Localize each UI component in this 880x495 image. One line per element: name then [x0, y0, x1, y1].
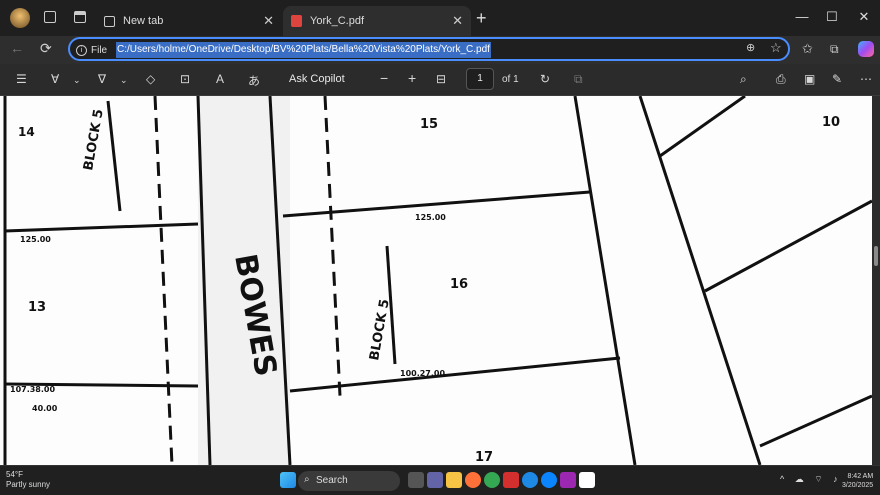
pdf-toolbar: ☰ ∀ ⌄ ∇ ⌄ ◇ ⊡ A あ Ask Copilot − + ⊟ 1 of…	[0, 64, 880, 96]
fit-page-icon[interactable]: ⊟	[436, 72, 446, 86]
favorites-icon[interactable]: ✩	[802, 41, 813, 57]
tab-actions-icon[interactable]	[74, 11, 86, 23]
dimension-label: 40.00	[32, 404, 58, 413]
close-tab-icon[interactable]: ✕	[452, 13, 463, 29]
tab-title: York_C.pdf	[310, 15, 365, 27]
tab-new-tab[interactable]: New tab ✕	[96, 6, 282, 36]
rotate-icon[interactable]: ↻	[540, 72, 550, 86]
refresh-icon[interactable]: ⟳	[40, 40, 52, 57]
pdf-viewer[interactable]: BOWES BLOCK 5 BLOCK 5 14 15 16 13 17 10 …	[0, 96, 872, 465]
tab-title: New tab	[123, 15, 164, 27]
new-tab-button[interactable]: +	[476, 8, 487, 29]
lot-number: 14	[18, 125, 35, 139]
zoom-icon[interactable]: ⊕	[746, 41, 755, 54]
back-arrow-icon[interactable]: ←	[10, 40, 24, 56]
lot-number: 16	[450, 277, 468, 292]
close-window-button[interactable]: ✕	[852, 6, 876, 28]
store-icon[interactable]	[579, 472, 595, 488]
taskbar-search-input[interactable]: Search	[298, 471, 400, 491]
url-text[interactable]: C:/Users/holme/OneDrive/Desktop/BV%20Pla…	[116, 42, 491, 58]
lot-number: 10	[822, 115, 840, 130]
lot-number: 15	[420, 117, 438, 132]
lot-number: 17	[475, 450, 493, 465]
extensions-icon[interactable]: ⧉	[830, 42, 839, 57]
pdf-file-icon	[291, 15, 302, 27]
chevron-down-icon[interactable]: ⌄	[120, 75, 128, 86]
site-info-chip[interactable]: i File	[76, 42, 107, 58]
maximize-button[interactable]: ☐	[820, 6, 844, 28]
more-options-icon[interactable]: ⋯	[860, 72, 872, 86]
teams-icon[interactable]	[427, 472, 443, 488]
page-number-input[interactable]: 1	[466, 68, 494, 90]
profile-avatar[interactable]	[10, 8, 30, 28]
start-windows-icon[interactable]	[280, 472, 296, 488]
tab-strip: New tab ✕ York_C.pdf ✕ + — ☐ ✕	[0, 0, 880, 36]
weather-widget[interactable]: 54°F Partly sunny	[6, 470, 50, 490]
page-count: of 1	[502, 74, 519, 85]
page-view-icon[interactable]: ⧉	[574, 72, 583, 87]
firefox-icon[interactable]	[465, 472, 481, 488]
dimension-label: 125.00	[415, 213, 446, 222]
weather-temp: 54°F	[6, 470, 23, 479]
zoom-in-button[interactable]: +	[408, 70, 416, 86]
clock-date: 3/20/2025	[842, 482, 874, 489]
translate-icon[interactable]: あ	[248, 72, 260, 89]
ask-copilot-button[interactable]: Ask Copilot	[289, 73, 345, 85]
app-icon[interactable]	[503, 472, 519, 488]
save-as-icon[interactable]: ✎	[832, 72, 842, 86]
new-tab-page-icon	[104, 15, 115, 27]
text-box-icon[interactable]: ⊡	[180, 72, 190, 86]
scroll-thumb[interactable]	[874, 246, 878, 266]
weather-desc: Partly sunny	[6, 480, 51, 489]
task-view-icon[interactable]	[408, 472, 424, 488]
system-tray-icons[interactable]: ^ ☁ ⌔ ♪	[780, 474, 842, 485]
favorite-star-icon[interactable]: ☆	[770, 40, 782, 56]
app-icon[interactable]	[560, 472, 576, 488]
search-icon: ⌕	[304, 474, 310, 485]
read-aloud-icon[interactable]: A	[216, 72, 224, 86]
minimize-button[interactable]: —	[790, 6, 814, 28]
dimension-label: 100.27.00	[400, 369, 445, 378]
address-toolbar: ← ⟳ i File C:/Users/holme/OneDrive/Deskt…	[0, 36, 880, 64]
file-explorer-icon[interactable]	[446, 472, 462, 488]
zoom-out-button[interactable]: −	[380, 70, 388, 86]
chrome-icon[interactable]	[484, 472, 500, 488]
info-icon: i	[76, 44, 87, 56]
search-icon[interactable]: ⌕	[740, 72, 747, 87]
draw-icon[interactable]: ∇	[98, 72, 106, 86]
contents-list-icon[interactable]: ☰	[16, 72, 27, 86]
tab-pdf[interactable]: York_C.pdf ✕	[283, 6, 471, 36]
plat-map: BOWES BLOCK 5 BLOCK 5 14 15 16 13 17 10 …	[0, 96, 872, 465]
save-icon[interactable]: ▣	[804, 72, 815, 86]
clock-time: 8:42 AM	[847, 473, 874, 480]
help-icon[interactable]	[541, 472, 557, 488]
highlight-icon[interactable]: ∀	[51, 72, 59, 86]
address-bar[interactable]: i File C:/Users/holme/OneDrive/Desktop/B…	[68, 37, 790, 61]
clock[interactable]: 8:42 AM 3/20/2025	[842, 472, 873, 490]
chevron-down-icon[interactable]: ⌄	[73, 75, 81, 86]
dimension-label: 107.38.00	[10, 385, 55, 394]
copilot-icon[interactable]	[858, 41, 874, 57]
edge-icon[interactable]	[522, 472, 538, 488]
print-icon[interactable]: ⎙	[776, 72, 786, 87]
workspaces-icon[interactable]	[44, 11, 56, 23]
scheme-label: File	[91, 44, 108, 56]
dimension-label: 125.00	[20, 235, 51, 244]
lot-number: 13	[28, 300, 46, 315]
eraser-icon[interactable]: ◇	[146, 72, 155, 86]
close-tab-icon[interactable]: ✕	[263, 13, 274, 29]
taskbar: 54°F Partly sunny Search ⌕ ^ ☁ ⌔ ♪ 8:42 …	[0, 465, 880, 495]
vertical-scrollbar[interactable]	[872, 96, 880, 465]
